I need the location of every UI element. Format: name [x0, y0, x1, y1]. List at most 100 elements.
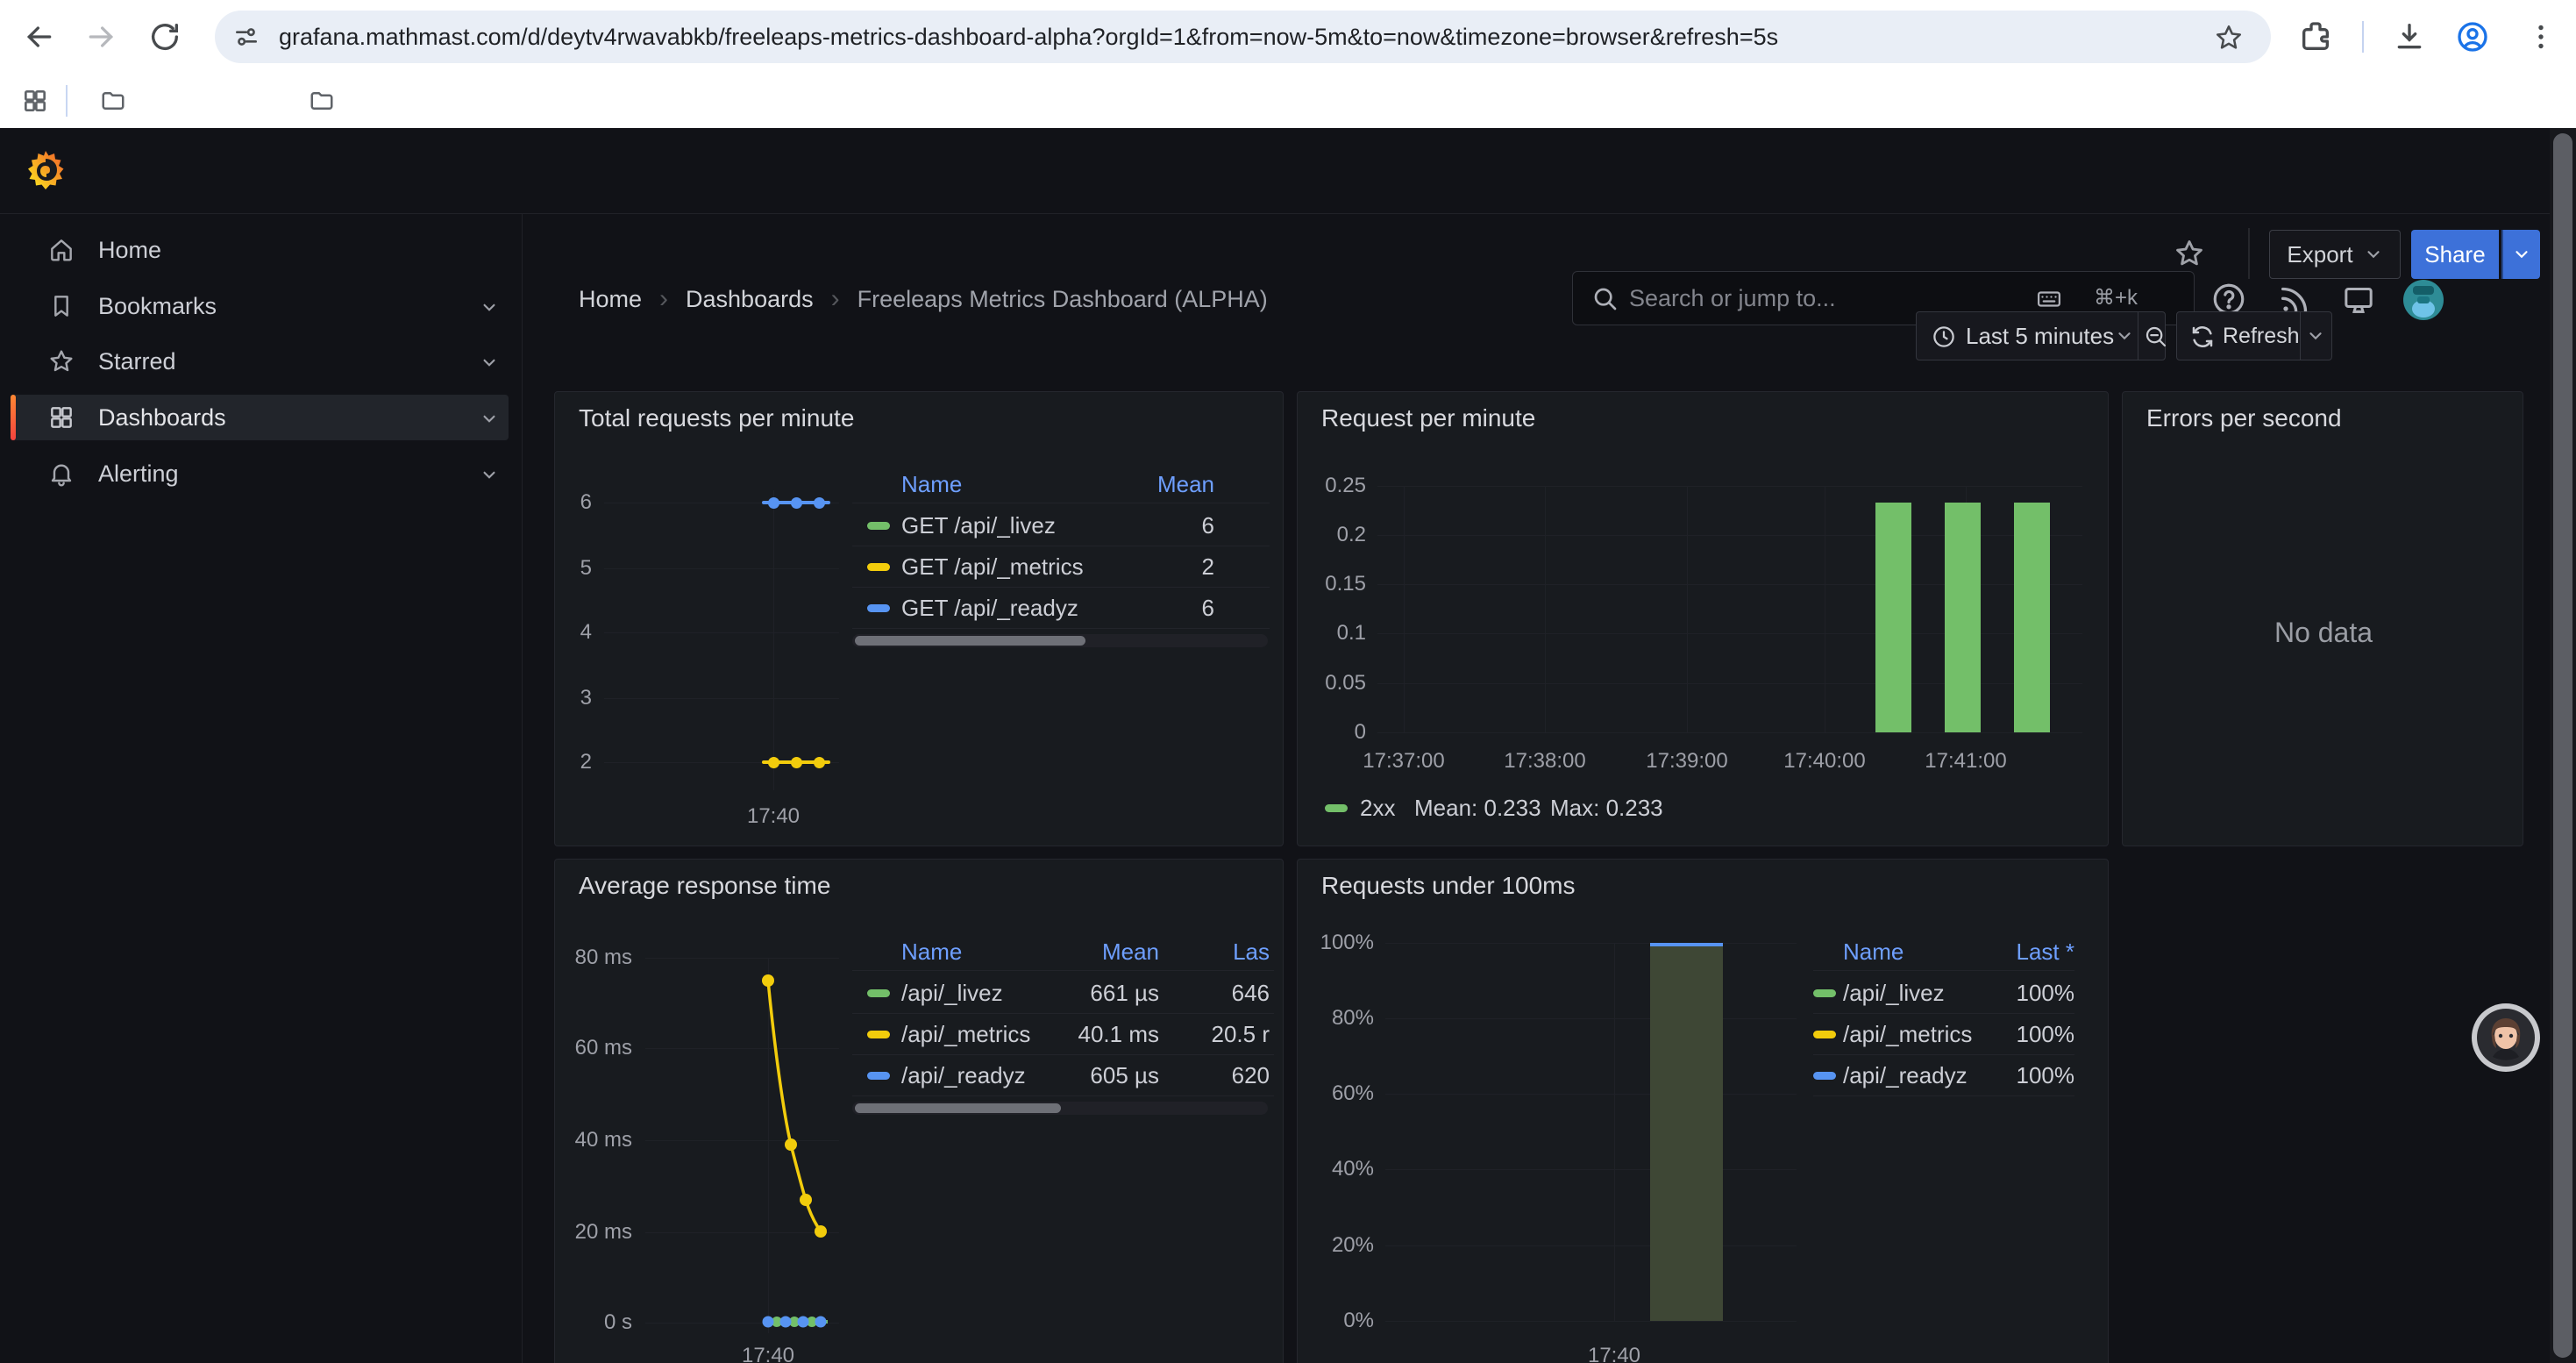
legend-row-name[interactable]: GET /api/_livez — [901, 512, 1056, 539]
zoom-out-icon[interactable] — [2143, 324, 2169, 350]
favorite-star-icon[interactable] — [2173, 237, 2206, 270]
series-color-pill[interactable] — [867, 1072, 890, 1080]
legend-row-name[interactable]: /api/_livez — [1843, 980, 1945, 1006]
sidebar-item-bookmarks[interactable]: Bookmarks — [11, 283, 509, 329]
gridline — [1687, 486, 1688, 732]
bar-under-100ms — [1650, 946, 1723, 1321]
panel-title: Errors per second — [2146, 404, 2342, 432]
assistant-avatar[interactable] — [2471, 1003, 2541, 1073]
chevron-down-icon[interactable] — [478, 351, 501, 374]
x-tick: 17:40 — [1570, 1344, 1658, 1363]
legend-row-value: 100% — [1955, 980, 2074, 1006]
legend-scrollbar-track[interactable] — [852, 634, 1268, 647]
panel-errors-per-second[interactable]: Errors per second No data — [2122, 391, 2523, 846]
no-data-message: No data — [2123, 617, 2523, 649]
site-settings-icon[interactable] — [232, 23, 260, 51]
x-tick: 17:40 — [724, 1344, 812, 1363]
sidebar-item-home[interactable]: Home — [11, 227, 509, 273]
reload-icon[interactable] — [147, 19, 182, 54]
legend-header-last[interactable]: Las — [1169, 938, 1270, 965]
y-tick: 40% — [1298, 1156, 1374, 1182]
legend-row-name[interactable]: /api/_livez — [901, 980, 1003, 1006]
legend-row-name[interactable]: /api/_metrics — [901, 1021, 1030, 1047]
profile-icon[interactable] — [2455, 19, 2490, 54]
page-scrollbar-thumb[interactable] — [2553, 133, 2572, 1358]
y-tick: 60% — [1298, 1081, 1374, 1107]
refresh-label: Refresh — [2223, 312, 2300, 360]
chevron-down-icon[interactable] — [478, 463, 501, 486]
y-tick: 2 — [555, 749, 592, 775]
user-avatar[interactable] — [2402, 279, 2444, 321]
series-color-pill[interactable] — [867, 1031, 890, 1038]
chevron-down-icon[interactable] — [2306, 326, 2325, 346]
series-color-pill[interactable] — [867, 604, 890, 612]
y-tick: 0.15 — [1298, 571, 1366, 597]
refresh-button[interactable]: Refresh — [2176, 311, 2332, 360]
legend-divider — [852, 1054, 1274, 1055]
sidebar-item-starred[interactable]: Starred — [11, 339, 509, 384]
panel-average-response-time[interactable]: Average response time 80 ms 60 ms 40 ms … — [554, 859, 1284, 1363]
gridline — [604, 698, 839, 699]
legend-series-name[interactable]: 2xx — [1360, 795, 1395, 821]
legend-scrollbar-track[interactable] — [852, 1102, 1268, 1115]
url-text[interactable]: grafana.mathmast.com/d/deytv4rwavabkb/fr… — [279, 11, 1778, 63]
panel-total-requests[interactable]: Total requests per minute 6 5 4 3 2 17:4… — [554, 391, 1284, 846]
series-color-pill[interactable] — [1813, 1031, 1836, 1038]
export-button[interactable]: Export — [2269, 230, 2401, 279]
back-icon[interactable] — [22, 19, 57, 54]
forward-icon[interactable] — [83, 19, 118, 54]
legend-row-name[interactable]: GET /api/_readyz — [901, 595, 1078, 621]
bookmarks-bar: Freeleaps 收藏博客 — [0, 74, 2576, 129]
legend-row-name[interactable]: /api/_metrics — [1843, 1021, 1972, 1047]
series-color-pill[interactable] — [1325, 804, 1348, 812]
legend-row-value: 6 — [1081, 595, 1214, 621]
legend-scrollbar-thumb[interactable] — [855, 636, 1085, 646]
share-menu-button[interactable] — [2501, 230, 2540, 279]
time-range-picker[interactable]: Last 5 minutes — [1916, 311, 2166, 360]
legend-row-name[interactable]: GET /api/_metrics — [901, 553, 1084, 580]
breadcrumb-dashboards[interactable]: Dashboards — [686, 286, 814, 313]
y-tick: 0 — [1298, 719, 1366, 746]
apps-grid-icon[interactable] — [21, 87, 49, 115]
page-scrollbar-track[interactable] — [2550, 128, 2576, 1363]
legend-divider — [852, 1095, 1274, 1096]
monitor-icon[interactable] — [2341, 282, 2376, 318]
share-label: Share — [2424, 241, 2485, 268]
legend-row-name[interactable]: /api/_readyz — [901, 1062, 1026, 1088]
gridline — [1385, 1245, 1797, 1246]
sidebar-item-dashboards[interactable]: Dashboards — [11, 395, 509, 440]
legend-row-value: 100% — [1955, 1062, 2074, 1088]
chevron-down-icon[interactable] — [478, 296, 501, 318]
y-tick: 80% — [1298, 1005, 1374, 1031]
series-color-pill[interactable] — [867, 522, 890, 530]
legend-row-last: 20.5 r — [1169, 1021, 1270, 1047]
series-color-pill[interactable] — [867, 563, 890, 571]
legend-scrollbar-thumb[interactable] — [855, 1103, 1061, 1113]
breadcrumb-home[interactable]: Home — [579, 286, 642, 313]
series-color-pill[interactable] — [1813, 1072, 1836, 1080]
legend-header-last[interactable]: Last * — [1955, 938, 2074, 965]
folder-icon — [309, 88, 335, 114]
legend-row-name[interactable]: /api/_readyz — [1843, 1062, 1968, 1088]
series-color-pill[interactable] — [1813, 989, 1836, 997]
chevron-down-icon[interactable] — [478, 407, 501, 430]
legend-header-name[interactable]: Name — [1843, 938, 1904, 965]
legend-header-mean[interactable]: Mean — [1028, 938, 1159, 965]
legend-header-mean[interactable]: Mean — [1081, 471, 1214, 497]
panel-requests-under-100ms[interactable]: Requests under 100ms 100% 80% 60% 40% 20… — [1297, 859, 2109, 1363]
data-point — [768, 497, 779, 509]
legend-header-name[interactable]: Name — [901, 938, 962, 965]
download-icon[interactable] — [2392, 19, 2427, 54]
grafana-header: Grafana Home › Dashboards › Freeleaps Me… — [0, 128, 2576, 214]
sidebar-item-alerting[interactable]: Alerting — [11, 451, 509, 496]
browser-menu-icon[interactable] — [2525, 21, 2557, 53]
bookmark-star-icon[interactable] — [2214, 23, 2244, 53]
share-button[interactable]: Share — [2411, 230, 2499, 279]
series-color-pill[interactable] — [867, 989, 890, 997]
panel-request-per-minute[interactable]: Request per minute 0.25 0.2 0.15 0.1 0.0… — [1297, 391, 2109, 846]
grafana-logo-icon[interactable] — [25, 149, 67, 191]
extensions-icon[interactable] — [2298, 19, 2333, 54]
legend-row-last: 620 — [1169, 1062, 1270, 1088]
legend-header-name[interactable]: Name — [901, 471, 962, 497]
y-tick: 0.25 — [1298, 473, 1366, 499]
